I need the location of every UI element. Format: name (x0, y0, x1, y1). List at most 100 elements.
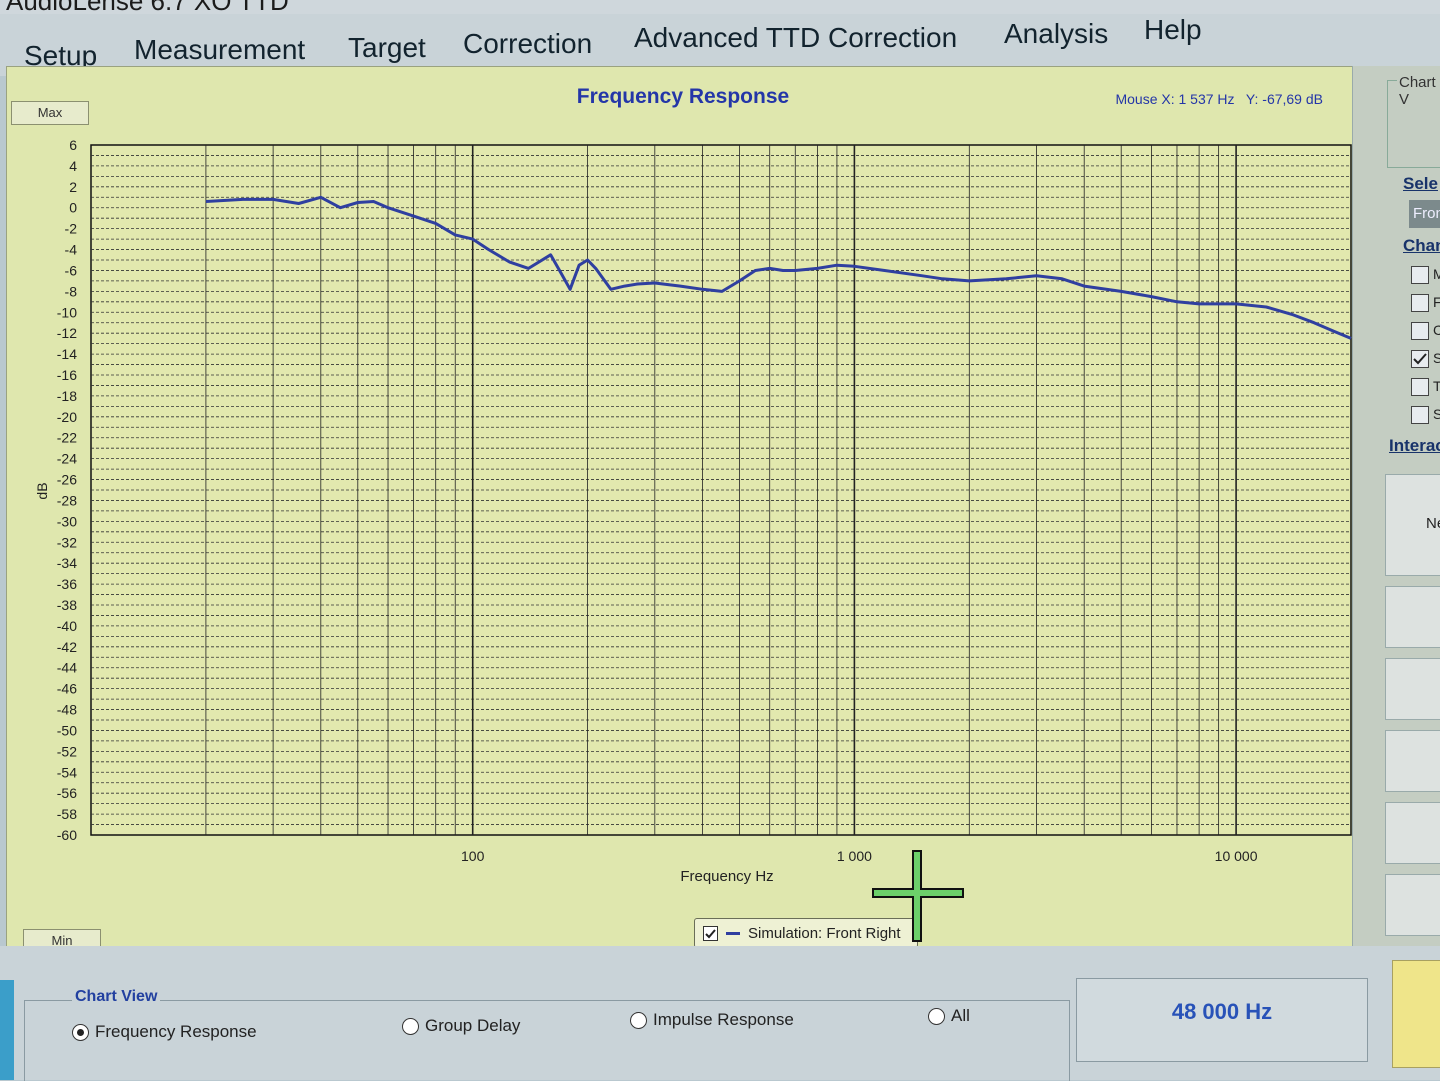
chart-group-title: Chart V (1397, 74, 1440, 108)
channel-checkbox-4-label: S (1433, 350, 1440, 366)
legend-checkbox[interactable] (703, 925, 718, 941)
check-icon (705, 928, 716, 938)
channel-checkbox-6[interactable] (1411, 406, 1429, 424)
radio-dot-icon (928, 1007, 945, 1025)
y-tick-label: -58 (57, 806, 77, 822)
y-tick-label: -26 (57, 472, 77, 488)
window-titlebar: AudioLense 6.7 XO TTD (0, 0, 1440, 14)
interactive-button-5[interactable] (1385, 802, 1440, 864)
radio-impulse-response-label: Impulse Response (653, 1010, 794, 1029)
radio-frequency-response[interactable]: Frequency Response (72, 1022, 257, 1042)
y-tick-label: 6 (69, 137, 77, 153)
y-tick-label: -16 (57, 367, 77, 383)
y-tick-label: 2 (69, 179, 77, 195)
y-tick-label: -8 (65, 283, 78, 299)
chart-title: Frequency Response (577, 85, 789, 108)
y-tick-label: -56 (57, 785, 77, 801)
legend-line-swatch (726, 931, 740, 935)
menu-measurement[interactable]: Measurement (134, 34, 305, 66)
y-axis-label: dB (34, 482, 50, 499)
channel-select[interactable]: Fron (1409, 200, 1440, 228)
y-tick-label: -44 (57, 660, 77, 676)
frequency-response-chart[interactable]: 6 4 2 0 -2 -4 -6 -8 -10 -12 -14 -16 -18 -20 -22 -24 -26 -… (7, 67, 1363, 947)
x-tick-label: 10 000 (1215, 848, 1258, 864)
y-tick-label: -28 (57, 492, 77, 508)
y-tick-label: -30 (57, 513, 77, 529)
interactive-button-6[interactable] (1385, 874, 1440, 936)
y-tick-label: -18 (57, 388, 77, 404)
radio-impulse-response[interactable]: Impulse Response (630, 1010, 794, 1030)
radio-dot-icon (72, 1023, 89, 1041)
interactive-label: Interac (1389, 436, 1440, 455)
y-tick-label: -50 (57, 722, 77, 738)
radio-all-label: All (951, 1006, 970, 1025)
y-tick-labels: 6 4 2 0 -2 -4 -6 -8 -10 -12 -14 -16 -18 -20 -22 -24 -26 -… (57, 137, 77, 843)
y-tick-label: 0 (69, 200, 77, 216)
interactive-button-2[interactable] (1385, 586, 1440, 648)
window-edge-strip (0, 980, 14, 1080)
chart-max-button[interactable]: Max (11, 101, 89, 125)
y-tick-label: -38 (57, 597, 77, 613)
channel-checkbox-3-label: C (1433, 322, 1440, 338)
y-tick-label: -40 (57, 618, 77, 634)
x-axis-label: Frequency Hz (680, 868, 773, 885)
radio-all[interactable]: All (928, 1006, 970, 1026)
y-tick-label: -12 (57, 325, 77, 341)
y-tick-label: -6 (65, 262, 78, 278)
channel-checkbox-5-label: T (1433, 378, 1440, 394)
y-tick-label: -20 (57, 409, 77, 425)
menu-correction[interactable]: Correction (463, 28, 592, 60)
y-tick-label: -14 (57, 346, 77, 362)
radio-dot-icon (630, 1011, 647, 1029)
y-tick-label: -22 (57, 430, 77, 446)
radio-group-delay[interactable]: Group Delay (402, 1016, 520, 1036)
y-tick-label: 4 (69, 158, 77, 174)
window-title: AudioLense 6.7 XO TTD (6, 0, 289, 14)
y-tick-label: -24 (57, 451, 77, 467)
menu-target[interactable]: Target (348, 32, 426, 64)
y-tick-label: -36 (57, 576, 77, 592)
channels-label: Chan (1403, 236, 1440, 255)
check-icon (1413, 353, 1427, 365)
channel-checkbox-5[interactable] (1411, 378, 1429, 396)
y-tick-label: -2 (65, 221, 78, 237)
crosshair-cursor-icon (872, 850, 964, 942)
channel-checkbox-1-label: M (1433, 266, 1440, 282)
radio-dot-icon (402, 1017, 419, 1035)
mouse-readout: Mouse X: 1 537 Hz Y: -67,69 dB (1115, 91, 1323, 107)
chart-grid (90, 144, 1352, 836)
y-tick-label: -60 (57, 827, 77, 843)
x-tick-label: 100 (461, 848, 485, 864)
channel-checkbox-2[interactable] (1411, 294, 1429, 312)
interactive-button-3[interactable] (1385, 658, 1440, 720)
channel-checkbox-3[interactable] (1411, 322, 1429, 340)
y-tick-label: -4 (65, 242, 78, 258)
interactive-button-1[interactable]: Ne (1385, 474, 1440, 576)
y-tick-label: -46 (57, 681, 77, 697)
chart-view-title: Chart View (72, 988, 161, 1006)
menu-help[interactable]: Help (1144, 14, 1202, 46)
y-tick-label: -48 (57, 702, 77, 718)
y-tick-label: -10 (57, 304, 77, 320)
y-tick-label: -34 (57, 555, 77, 571)
sample-rate-value: 48 000 Hz (1171, 999, 1273, 1024)
y-tick-label: -32 (57, 534, 77, 550)
interactive-button-1-label: Ne (1426, 515, 1440, 532)
y-tick-label: -52 (57, 743, 77, 759)
channel-checkbox-2-label: F (1433, 294, 1440, 310)
chart-panel: 6 4 2 0 -2 -4 -6 -8 -10 -12 -14 -16 -18 -20 -22 -24 -26 -… (6, 66, 1364, 953)
menu-advanced-ttd-correction[interactable]: Advanced TTD Correction (634, 22, 957, 54)
y-tick-label: -42 (57, 639, 77, 655)
interactive-button-4[interactable] (1385, 730, 1440, 792)
menu-analysis[interactable]: Analysis (1004, 18, 1108, 50)
channel-checkbox-1[interactable] (1411, 266, 1429, 284)
radio-group-delay-label: Group Delay (425, 1016, 521, 1035)
yellow-side-tab[interactable] (1392, 960, 1440, 1068)
select-label: Sele (1403, 174, 1438, 193)
channel-checkbox-4[interactable] (1411, 350, 1429, 368)
channel-checkbox-6-label: S (1433, 406, 1440, 422)
right-side-panel: Chart V Sele Fron Chan M F C S T S Inter… (1352, 66, 1440, 946)
radio-frequency-response-label: Frequency Response (95, 1022, 257, 1041)
y-tick-label: -54 (57, 764, 77, 780)
x-tick-labels: 100 1 000 10 000 (461, 848, 1258, 864)
